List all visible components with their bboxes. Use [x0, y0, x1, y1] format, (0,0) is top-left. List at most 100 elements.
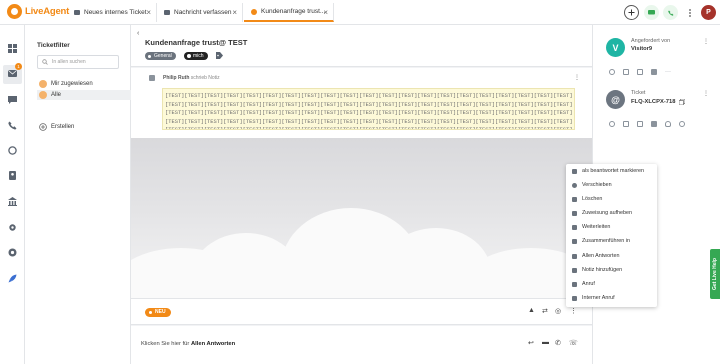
forward-icon [572, 224, 577, 230]
settings-icon[interactable] [8, 223, 17, 232]
tab-new-internal-ticket[interactable]: Neues internes Ticket × [67, 3, 157, 22]
call-icon[interactable]: ✆ [555, 339, 561, 347]
more-icon[interactable] [682, 5, 697, 20]
close-icon[interactable]: × [232, 8, 237, 17]
message-more-icon[interactable]: ⋮ [574, 74, 580, 81]
group-icon[interactable] [623, 121, 629, 127]
menu-item-label: Allen Antworten [582, 253, 620, 259]
collapse-icon[interactable]: ‹ [137, 30, 139, 37]
rocket-icon[interactable] [8, 274, 17, 283]
close-icon[interactable]: × [323, 8, 328, 17]
window-icon[interactable] [623, 69, 629, 75]
menu-item-label: als beantwortet markieren [582, 168, 645, 174]
requester-name[interactable]: Visitor9 [631, 46, 652, 52]
search-placeholder: In allen suchen [52, 59, 86, 65]
phone-icon[interactable] [663, 5, 678, 20]
tab-label: Nachricht verfassen [174, 9, 232, 16]
requester-more-icon[interactable]: ⋮ [703, 38, 709, 45]
reports-icon[interactable] [8, 146, 17, 155]
user-avatar[interactable]: P [701, 5, 716, 20]
assignee-icon [187, 54, 191, 58]
filter-badge-icon [39, 80, 47, 88]
ticket-message: Philip Ruth schrieb Notiz ⋮ [TEST][TEST]… [131, 68, 592, 138]
unread-badge: 1 [15, 63, 22, 70]
mail-icon[interactable] [651, 121, 657, 127]
menu-item-label: Löschen [582, 196, 603, 202]
internal-call-icon[interactable]: ☏ [569, 339, 578, 347]
menu-item-delete[interactable]: Löschen [566, 192, 657, 206]
assignee-tag[interactable]: mich [184, 52, 208, 60]
tab-compose-message[interactable]: Nachricht verfassen × [157, 3, 243, 22]
menu-item-label: Interner Anruf [582, 295, 615, 301]
status-badge[interactable]: NEU [145, 308, 171, 317]
chat-icon[interactable] [644, 5, 659, 20]
more-actions-icon[interactable]: ⋮ [570, 307, 577, 315]
shield-icon[interactable] [665, 121, 671, 127]
unassign-icon [572, 210, 577, 216]
menu-item-move[interactable]: Verschieben [566, 178, 657, 192]
knowledgebase-icon[interactable] [8, 197, 17, 206]
department-icon [148, 54, 151, 58]
menu-item-label: Weiterleiten [582, 224, 611, 230]
menu-item-forward[interactable]: Weiterleiten [566, 220, 657, 234]
app-logo[interactable]: LiveAgent [7, 4, 69, 19]
menu-item-label: Verschieben [582, 182, 612, 188]
note-icon [149, 75, 155, 81]
add-icon[interactable] [624, 5, 639, 20]
contact-icon[interactable] [609, 69, 615, 75]
note-add-icon[interactable]: ▬ [542, 339, 549, 346]
history-icon[interactable] [679, 121, 685, 127]
filter-item-label: Alle [51, 92, 62, 98]
message-author-line: Philip Ruth schrieb Notiz [163, 75, 220, 81]
tickets-nav-active[interactable]: 1 [3, 63, 22, 84]
requester-avatar[interactable]: V [606, 38, 625, 57]
reply-prompt-text: Klicken Sie hier für [141, 341, 190, 347]
transfer-icon[interactable]: ⇄ [542, 307, 548, 315]
menu-item-merge[interactable]: Zusammenführen in [566, 234, 657, 248]
menu-item-add-note[interactable]: Notiz hinzufügen [566, 263, 657, 277]
ticket-dot-icon [251, 8, 257, 15]
reply-action-link[interactable]: Allen Antworten [191, 341, 235, 347]
reply-icon[interactable]: ↩ [528, 339, 534, 347]
plugins-icon[interactable] [8, 248, 17, 257]
resolve-icon[interactable]: ◎ [555, 307, 561, 315]
message-author: Philip Ruth [163, 75, 190, 81]
search-icon [42, 59, 48, 65]
more-horizontal-icon[interactable]: ··· [665, 69, 671, 75]
filter-item-all[interactable]: Alle [37, 90, 131, 100]
reply-all-icon [572, 253, 577, 259]
calendar-icon[interactable] [637, 69, 643, 75]
ticket-subject: Kundenanfrage trust@ TEST [145, 38, 248, 47]
create-filter-button[interactable]: Erstellen [37, 122, 131, 132]
department-tag[interactable]: General [145, 52, 176, 60]
visitor-icon[interactable] [609, 121, 615, 127]
ticket-more-icon[interactable]: ⋮ [703, 90, 709, 97]
reply-area[interactable]: Klicken Sie hier für Allen Antworten ↩ ▬… [131, 326, 592, 364]
merge-icon [572, 238, 577, 244]
envelope-icon [74, 10, 80, 15]
contacts-icon[interactable] [8, 171, 17, 180]
filter-search-input[interactable]: In allen suchen [37, 55, 119, 69]
menu-item-internal-call[interactable]: Interner Anruf [566, 291, 657, 305]
logo-mark-icon [7, 4, 22, 19]
calls-icon[interactable] [8, 121, 17, 130]
add-circle-icon [39, 123, 47, 131]
get-live-help-tab[interactable]: Get Live Help [710, 249, 720, 299]
tab-ticket-active[interactable]: Kundenanfrage trust... × [244, 3, 334, 22]
close-icon[interactable]: × [146, 8, 151, 17]
menu-item-unassign[interactable]: Zuweisung aufheben [566, 206, 657, 220]
filter-item-assigned-to-me[interactable]: Mir zugewiesen [37, 79, 131, 89]
window-icon[interactable] [637, 121, 643, 127]
dashboard-icon[interactable] [8, 44, 17, 53]
reply-prompt[interactable]: Klicken Sie hier für Allen Antworten [141, 341, 235, 347]
filter-title: Ticketfilter [37, 42, 70, 49]
menu-item-label: Notiz hinzufügen [582, 267, 623, 273]
chat-icon[interactable] [8, 96, 17, 105]
menu-item-call[interactable]: Anruf [566, 277, 657, 291]
tag-icon[interactable] [216, 52, 223, 59]
mail-icon[interactable] [651, 69, 657, 75]
menu-item-mark-answered[interactable]: als beantwortet markieren [566, 164, 657, 178]
copy-icon[interactable] [679, 99, 685, 105]
priority-icon[interactable]: ▲ [528, 307, 535, 314]
menu-item-reply-all[interactable]: Allen Antworten [566, 249, 657, 263]
